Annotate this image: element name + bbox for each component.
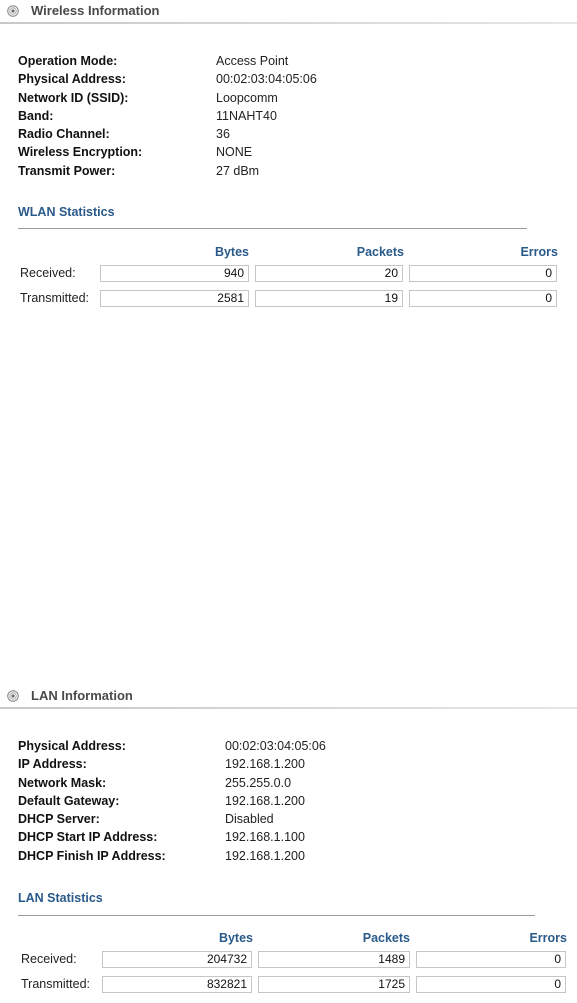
field-label: Operation Mode: [18,54,118,68]
col-header-errors: Errors [520,245,558,259]
section-divider [0,22,577,24]
lan-statistics-title: LAN Statistics [18,891,103,905]
field-value: 27 dBm [216,163,260,178]
radio-target-icon [7,5,19,17]
col-header-bytes: Bytes [214,245,249,259]
lan-received-packets: 1489 [258,951,410,968]
radio-target-icon [7,690,19,702]
wireless-section-header: Wireless Information [0,0,577,24]
row-label-transmitted: Transmitted: [20,291,90,305]
wlan-transmitted-errors: 0 [409,290,557,307]
wlan-transmitted-bytes: 2581 [100,290,249,307]
lan-received-bytes: 204732 [102,951,252,968]
wlan-received-errors: 0 [409,265,557,282]
wlan-transmitted-packets: 19 [255,290,403,307]
field-label: Radio Channel: [18,127,110,142]
col-header-bytes: Bytes [218,931,253,945]
lan-section-title: LAN Information [31,688,133,703]
field-label: DHCP Server: [18,812,100,827]
lan-received-errors: 0 [416,951,566,968]
field-value: 00:02:03:04:05:06 [216,72,317,87]
field-value: 192.168.1.200 [225,793,305,808]
row-label-received: Received: [21,952,77,966]
field-value: NONE [216,145,253,160]
field-label: Network ID (SSID): [18,90,129,105]
wlan-received-packets: 20 [255,265,403,282]
field-label: Wireless Encryption: [18,145,143,160]
field-value: 36 [216,127,230,142]
field-value: Loopcomm [216,90,278,105]
field-value: 192.168.1.200 [225,848,305,863]
wlan-statistics-divider [18,228,527,229]
field-value: Disabled [225,812,274,827]
field-label: Band: [18,108,54,123]
wlan-received-bytes: 940 [100,265,249,282]
field-label: Network Mask: [18,775,107,790]
lan-section-header: LAN Information [0,685,577,709]
field-value: 255.255.0.0 [225,775,292,790]
field-label: DHCP Finish IP Address: [18,848,166,863]
field-value: 192.168.1.200 [225,757,305,772]
lan-transmitted-packets: 1725 [258,976,410,993]
field-value: 192.168.1.100 [225,830,305,845]
row-label-transmitted: Transmitted: [21,977,91,991]
field-label: Physical Address: [18,739,126,753]
row-label-received: Received: [20,266,76,280]
wlan-statistics-title: WLAN Statistics [18,205,115,219]
field-label: IP Address: [18,757,87,772]
lan-transmitted-errors: 0 [416,976,566,993]
field-value: Access Point [216,54,289,68]
field-value: 11NAHT40 [216,108,277,123]
field-label: Transmit Power: [18,163,116,178]
field-label: Default Gateway: [18,793,120,808]
lan-statistics-divider [18,915,535,916]
col-header-packets: Packets [362,931,410,945]
field-label: DHCP Start IP Address: [18,830,158,845]
lan-transmitted-bytes: 832821 [102,976,252,993]
field-label: Physical Address: [18,72,126,87]
col-header-packets: Packets [356,245,404,259]
field-value: 00:02:03:04:05:06 [225,739,326,753]
col-header-errors: Errors [529,931,567,945]
wireless-section-title: Wireless Information [31,3,160,18]
section-divider [0,707,577,709]
